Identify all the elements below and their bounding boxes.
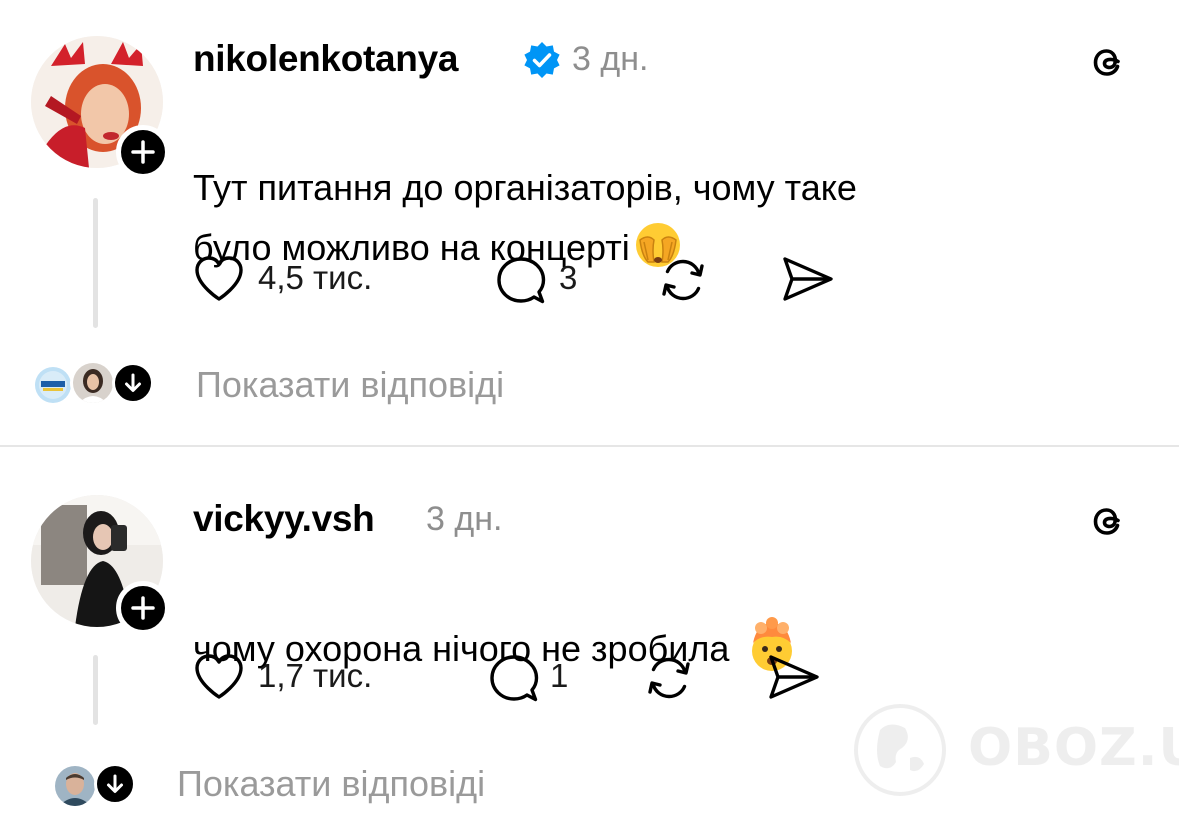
show-replies-link[interactable]: Показати відповіді [177,763,485,805]
username[interactable]: vickyy.vsh [193,498,375,540]
like-heart-icon[interactable] [193,652,245,702]
share-send-icon[interactable] [766,652,822,702]
comment-count: 3 [559,259,578,296]
reply-avatar [32,364,74,406]
threads-logo-icon[interactable] [1085,499,1129,543]
expand-replies-button[interactable] [112,362,154,404]
post-nikolenkotanya: nikolenkotanya 3 дн. Тут питання до орга… [0,0,1179,445]
verified-badge-icon [524,42,560,78]
post-time: 3 дн. [426,500,503,538]
comment-bubble-icon[interactable] [495,254,547,306]
threads-logo-icon[interactable] [1085,40,1129,84]
reply-avatar [52,763,98,809]
watermark-text: OBOZ.UA [968,718,1179,778]
comment-bubble-icon[interactable] [488,652,540,704]
post-text: Тут питання до організаторів, чому таке … [193,98,1093,278]
follow-button[interactable] [116,125,170,179]
plus-icon [131,140,155,164]
globe-logo-icon [854,704,946,796]
post-time: 3 дн. [572,40,649,78]
plus-icon [131,596,155,620]
show-replies-row[interactable]: Показати відповіді [0,757,700,817]
post-text-content: Тут питання до організаторів, чому таке … [193,167,857,268]
thread-line [93,198,98,328]
arrow-down-icon [107,774,123,793]
show-replies-row[interactable]: Показати відповіді [0,356,700,416]
expand-replies-button[interactable] [94,763,136,805]
like-heart-icon[interactable] [193,254,245,304]
thread-line [93,655,98,725]
arrow-down-icon [125,373,141,392]
reply-avatar [70,360,116,406]
follow-button[interactable] [116,581,170,635]
show-replies-link[interactable]: Показати відповіді [196,364,504,406]
like-count: 4,5 тис. [258,259,373,296]
comment-count: 1 [550,657,569,694]
repost-icon[interactable] [656,253,710,307]
like-count: 1,7 тис. [258,657,373,694]
share-send-icon[interactable] [780,254,836,304]
watermark: OBOZ.UA [850,700,1179,800]
username[interactable]: nikolenkotanya [193,38,458,80]
repost-icon[interactable] [642,651,696,705]
